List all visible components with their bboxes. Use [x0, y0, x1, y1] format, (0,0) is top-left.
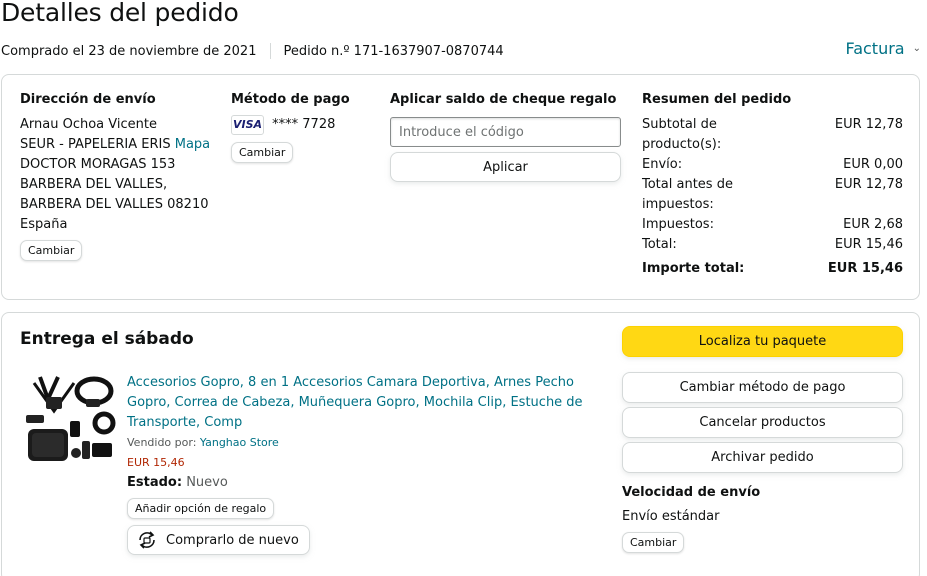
summary-label: Total: [642, 237, 677, 252]
delivery-title: Entrega el sábado [20, 329, 194, 349]
grand-total-row: Importe total: EUR 15,46 [642, 259, 903, 279]
condition-value: Nuevo [186, 475, 228, 490]
shipping-address: Dirección de envío Arnau Ochoa Vicente S… [20, 91, 225, 261]
order-number: Pedido n.º 171-1637907-0870744 [283, 43, 504, 59]
gift-card-section: Aplicar saldo de cheque regalo Aplicar [390, 91, 622, 182]
add-gift-option-button[interactable]: Añadir opción de regalo [127, 498, 275, 519]
summary-value: EUR 15,46 [834, 237, 903, 252]
grand-total-value: EUR 15,46 [827, 261, 903, 276]
summary-value: EUR 12,78 [834, 177, 903, 192]
shipping-speed-value: Envío estándar [622, 509, 720, 524]
invoice-dropdown[interactable]: Factura ⌄ [845, 39, 921, 58]
delivery-card: Entrega el sábado Accesorios Gopro, 8 en… [1, 312, 920, 576]
summary-row: Total: EUR 15,46 [642, 235, 903, 255]
purchase-date: Comprado el 23 de noviembre de 2021 [1, 43, 257, 59]
page-title: Detalles del pedido [1, 0, 239, 27]
divider [270, 43, 272, 59]
gift-card-title: Aplicar saldo de cheque regalo [390, 92, 617, 107]
buy-again-icon [139, 531, 155, 549]
summary-value: EUR 0,00 [843, 157, 903, 172]
order-actions: Localiza tu paquete Cambiar método de pa… [622, 326, 903, 553]
seller-link[interactable]: Yanghao Store [200, 436, 279, 449]
company-name: SEUR - PAPELERIA ERIS [20, 137, 171, 152]
cancel-items-button[interactable]: Cancelar productos [622, 407, 903, 438]
summary-row: Impuestos: EUR 2,68 [642, 215, 903, 235]
card-number: **** 7728 [272, 117, 336, 132]
seller-prefix: Vendido por: [127, 436, 197, 449]
shipping-title: Dirección de envío [20, 92, 156, 107]
visa-card-icon: VISA [231, 115, 264, 135]
address-street: DOCTOR MORAGAS 153 [20, 157, 176, 172]
product-info: Accesorios Gopro, 8 en 1 Accesorios Cama… [127, 373, 587, 555]
summary-label: Subtotal de producto(s): [642, 117, 722, 152]
buy-again-button[interactable]: Comprarlo de nuevo [127, 525, 310, 555]
product-condition: Estado: Nuevo [127, 473, 587, 493]
product-image[interactable] [24, 371, 118, 467]
summary-row: Total antes de impuestos: EUR 12,78 [642, 175, 903, 215]
map-link[interactable]: Mapa [175, 137, 210, 152]
product-seller: Vendido por: Yanghao Store [127, 433, 587, 453]
track-package-button[interactable]: Localiza tu paquete [622, 326, 903, 357]
payment-title: Método de pago [231, 92, 350, 107]
address-city-zip: BARBERA DEL VALLES 08210 [20, 197, 209, 212]
address-country: España [20, 217, 68, 232]
product-price: EUR 15,46 [127, 456, 185, 469]
apply-button[interactable]: Aplicar [390, 152, 621, 182]
payment-method: Método de pago VISA **** 7728 Cambiar [231, 91, 371, 163]
change-payment-button[interactable]: Cambiar [231, 141, 294, 163]
summary-label: Envío: [642, 157, 683, 172]
recipient-name: Arnau Ochoa Vicente [20, 117, 157, 132]
buy-again-label: Comprarlo de nuevo [166, 532, 299, 548]
summary-label: Total antes de impuestos: [642, 177, 733, 212]
address-company: SEUR - PAPELERIA ERIS Mapa [20, 135, 225, 155]
order-summary: Resumen del pedido Subtotal de producto(… [642, 91, 903, 279]
change-speed-button[interactable]: Cambiar [622, 532, 685, 553]
address-city: BARBERA DEL VALLES, [20, 177, 168, 192]
change-payment-method-button[interactable]: Cambiar método de pago [622, 372, 903, 403]
summary-row: Envío: EUR 0,00 [642, 155, 903, 175]
summary-value: EUR 12,78 [834, 117, 903, 132]
shipping-speed-title: Velocidad de envío [622, 485, 761, 500]
summary-value: EUR 2,68 [843, 217, 903, 232]
chevron-down-icon: ⌄ [912, 43, 921, 54]
archive-order-button[interactable]: Archivar pedido [622, 442, 903, 473]
summary-title: Resumen del pedido [642, 92, 792, 107]
grand-total-label: Importe total: [642, 261, 745, 276]
gift-code-input[interactable] [390, 117, 621, 147]
summary-label: Impuestos: [642, 217, 714, 232]
product-title-link[interactable]: Accesorios Gopro, 8 en 1 Accesorios Cama… [127, 373, 587, 433]
order-info-card: Dirección de envío Arnau Ochoa Vicente S… [1, 74, 920, 300]
change-address-button[interactable]: Cambiar [20, 240, 83, 261]
order-meta: Comprado el 23 de noviembre de 2021 Pedi… [1, 43, 504, 59]
summary-row: Subtotal de producto(s): EUR 12,78 [642, 115, 903, 155]
invoice-label: Factura [845, 39, 905, 58]
condition-label: Estado: [127, 475, 183, 490]
